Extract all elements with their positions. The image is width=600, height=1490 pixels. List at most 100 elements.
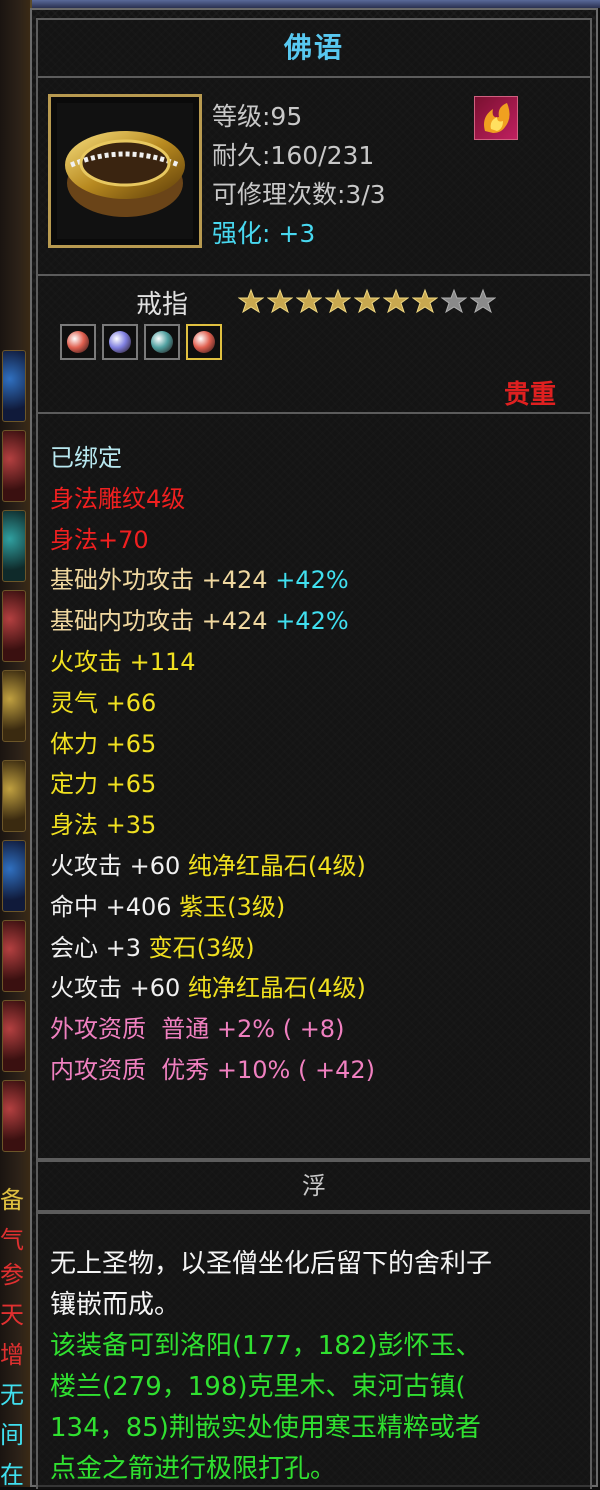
attribute-text: 纯净红晶石(4级) [187, 974, 366, 1003]
gem-slots [60, 324, 222, 360]
gold-ring-icon [48, 94, 202, 248]
item-tooltip: 佛语 等级:95 耐久:160/231 可修理次数:3/3 强化: +3 戒指 … [30, 8, 598, 1489]
attribute-text: 身法 +35 [50, 811, 157, 840]
item-repair-count: 可修理次数:3/3 [212, 180, 386, 209]
attribute-text: 火攻击 +114 [50, 647, 196, 676]
background-text: 间 [0, 1421, 24, 1449]
skill-slot[interactable] [2, 430, 26, 502]
strengthen-label: 强化: [212, 219, 271, 248]
fire-element-icon [474, 96, 518, 140]
skill-slot[interactable] [2, 1080, 26, 1152]
attribute-text: 已绑定 [50, 444, 122, 472]
attribute-text: 基础内功攻击 +424 [50, 607, 276, 636]
attribute-line: 基础内功攻击 +424 +42% [50, 601, 375, 642]
skill-slot[interactable] [2, 760, 26, 832]
item-strengthen: 强化: +3 [212, 217, 315, 251]
attribute-text: 外攻资质 普通 +2% ( +8) [50, 1015, 345, 1044]
background-text: 天 [0, 1301, 24, 1329]
skill-slot[interactable] [2, 670, 26, 742]
skill-slot[interactable] [2, 1000, 26, 1072]
item-rarity: 贵重 [503, 380, 556, 410]
attribute-text: 身法+70 [50, 525, 149, 554]
item-header-panel: 等级:95 耐久:160/231 可修理次数:3/3 强化: +3 [36, 76, 592, 276]
filled-star-icon [354, 288, 380, 314]
item-description-panel: 无上圣物，以圣僧坐化后留下的舍利子 镶嵌而成。 该装备可到洛阳(177，182)… [36, 1212, 592, 1489]
skill-slot[interactable] [2, 590, 26, 662]
item-name: 佛语 [283, 31, 344, 64]
teal-gem-icon [151, 331, 173, 353]
attribute-line: 会心 +3 变石(3级) [50, 928, 375, 969]
attribute-line: 火攻击 +60 纯净红晶石(4级) [50, 846, 375, 887]
attribute-line: 火攻击 +60 纯净红晶石(4级) [50, 968, 375, 1009]
item-type: 戒指 [136, 290, 189, 320]
float-label: 浮 [302, 1172, 326, 1200]
attribute-text: 体力 +65 [50, 729, 157, 758]
description-line: 无上圣物，以圣僧坐化后留下的舍利子 [50, 1249, 493, 1279]
red-gem-icon [193, 331, 215, 353]
attribute-line: 定力 +65 [50, 764, 375, 805]
star-rating [238, 288, 496, 314]
attribute-text: +42% [275, 607, 349, 636]
background-text: 参 [0, 1261, 24, 1289]
attribute-line: 基础外功攻击 +424 +42% [50, 560, 375, 601]
description-hint-line: 楼兰(279，198)克里木、束河古镇( [50, 1372, 466, 1402]
background-text: 气 [0, 1226, 24, 1254]
empty-star-icon [470, 288, 496, 314]
background-text: 无 [0, 1381, 24, 1409]
attribute-text: 身法雕纹4级 [50, 484, 186, 513]
gem-slot[interactable] [144, 324, 180, 360]
attribute-text: 火攻击 +60 [50, 851, 188, 880]
purple-gem-icon [109, 331, 131, 353]
filled-star-icon [412, 288, 438, 314]
attribute-line: 体力 +65 [50, 724, 375, 765]
attribute-line: 身法雕纹4级 [50, 479, 375, 520]
description-line: 镶嵌而成。 [50, 1290, 181, 1320]
background-skill-bar: 备 气 参 天 增 无 间 在 [0, 0, 32, 1489]
title-panel: 佛语 [36, 18, 592, 78]
attribute-line: 外攻资质 普通 +2% ( +8) [50, 1009, 375, 1050]
attribute-text: 命中 +406 [50, 892, 180, 921]
attribute-text: 定力 +65 [50, 770, 157, 799]
strengthen-value: +3 [278, 219, 316, 248]
attribute-text: 内攻资质 优秀 +10% ( +42) [50, 1055, 375, 1084]
attribute-line: 火攻击 +114 [50, 642, 375, 683]
skill-slot[interactable] [2, 920, 26, 992]
empty-star-icon [441, 288, 467, 314]
attribute-text: 灵气 +66 [50, 688, 157, 717]
attribute-text: 基础外功攻击 +424 [50, 566, 276, 595]
item-durability: 耐久:160/231 [212, 141, 375, 170]
item-attributes-panel: 已绑定 身法雕纹4级 身法+70 基础外功攻击 +424 +42% 基础内功攻击 +42… [36, 412, 592, 1160]
filled-star-icon [383, 288, 409, 314]
attribute-text: 变石(3级) [148, 933, 255, 962]
background-text: 备 [0, 1186, 24, 1214]
gem-slot[interactable] [60, 324, 96, 360]
attribute-text: 会心 +3 [50, 933, 149, 962]
filled-star-icon [325, 288, 351, 314]
attribute-list: 已绑定 身法雕纹4级 身法+70 基础外功攻击 +424 +42% 基础内功攻击 +42… [50, 438, 375, 1091]
background-text: 增 [0, 1341, 24, 1369]
description-hint-line: 该装备可到洛阳(177，182)彭怀玉、 [50, 1331, 482, 1361]
attribute-text: 紫玉(3级) [179, 892, 286, 921]
skill-slot[interactable] [2, 840, 26, 912]
background-text: 在 [0, 1461, 24, 1489]
attribute-line: 内攻资质 优秀 +10% ( +42) [50, 1050, 375, 1091]
game-window-top-bar [0, 0, 600, 8]
item-info-panel: 戒指 贵重 [36, 274, 592, 414]
attribute-text: +42% [275, 566, 349, 595]
filled-star-icon [296, 288, 322, 314]
red-gem-icon [67, 331, 89, 353]
filled-star-icon [238, 288, 264, 314]
skill-slot[interactable] [2, 350, 26, 422]
attribute-line: 已绑定 [50, 438, 375, 479]
gem-slot[interactable] [186, 324, 222, 360]
attribute-text: 火攻击 +60 [50, 974, 188, 1003]
attribute-line: 灵气 +66 [50, 683, 375, 724]
attribute-line: 身法 +35 [50, 805, 375, 846]
item-level: 等级:95 [212, 102, 303, 131]
filled-star-icon [267, 288, 293, 314]
skill-slot[interactable] [2, 510, 26, 582]
description-hint-line: 134，85)荆嵌实处使用寒玉精粹或者 [50, 1413, 481, 1443]
description-hint-line: 点金之箭进行极限打孔。 [50, 1454, 337, 1484]
gem-slot[interactable] [102, 324, 138, 360]
attribute-line: 命中 +406 紫玉(3级) [50, 887, 375, 928]
